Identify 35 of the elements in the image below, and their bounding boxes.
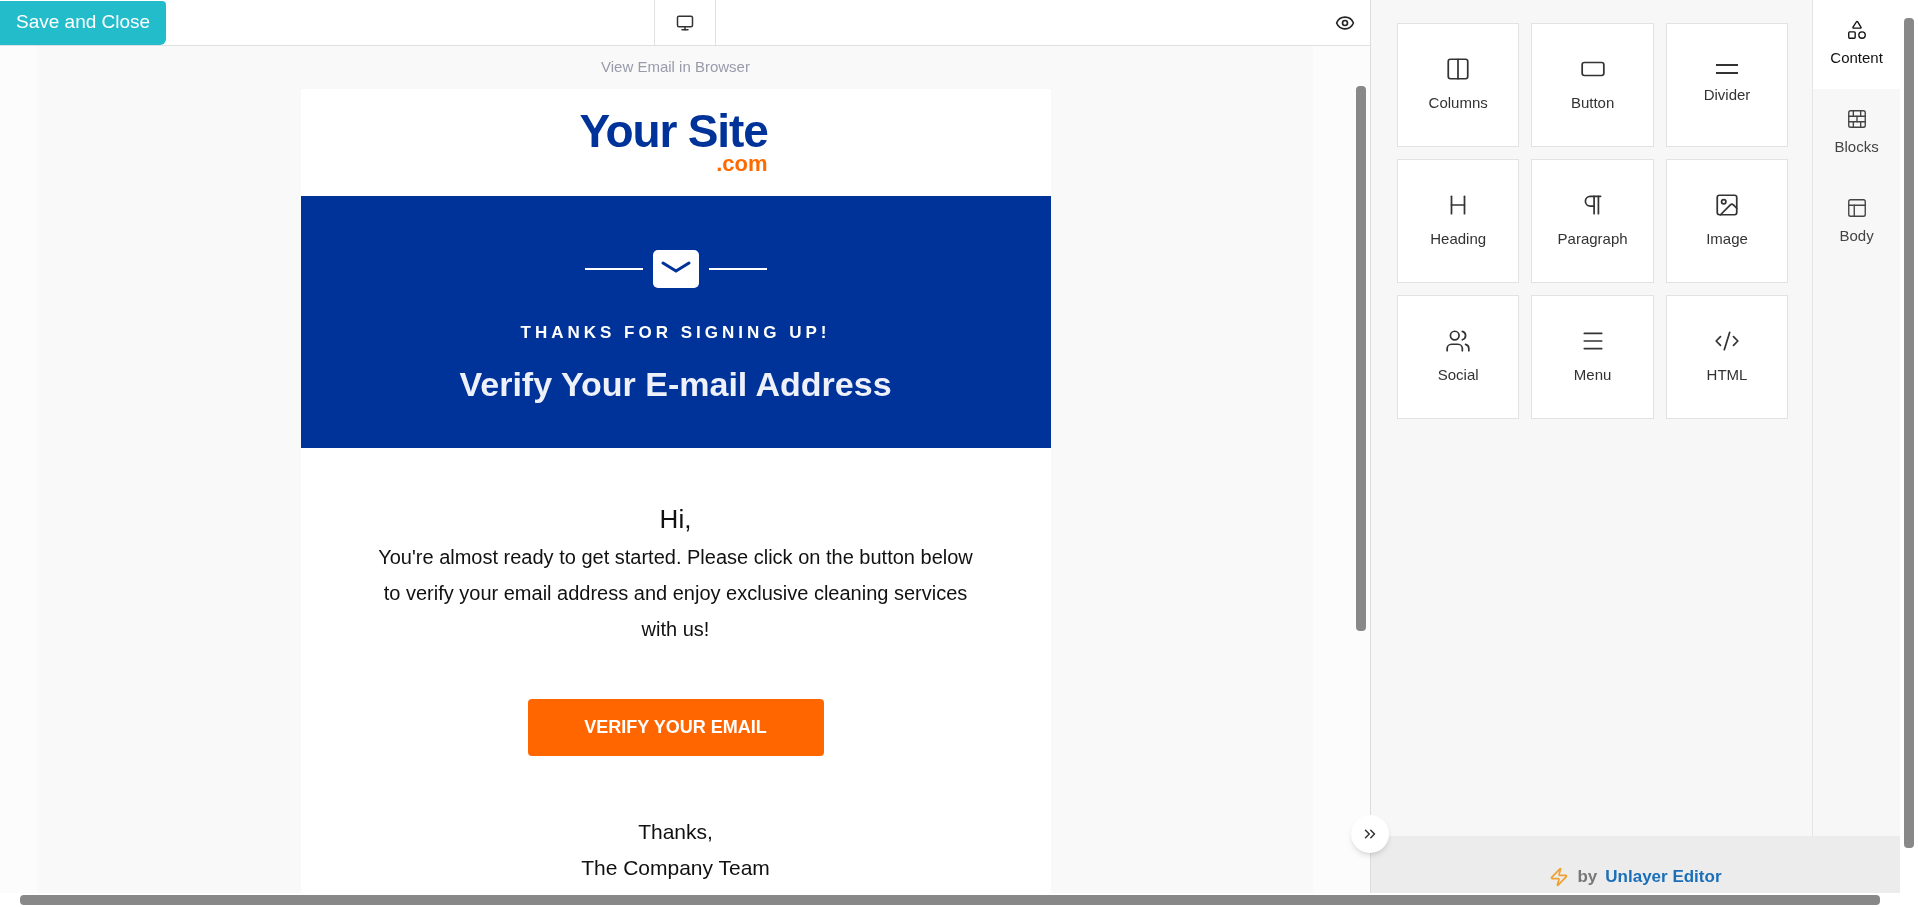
vertical-scrollbar[interactable] (1356, 86, 1366, 631)
greeting: Hi, (659, 502, 692, 536)
brick-wall-icon (1845, 108, 1868, 131)
shapes-icon (1845, 19, 1868, 42)
people-icon (1445, 327, 1472, 354)
equal-lines-icon (1716, 63, 1738, 74)
body-paragraph: You're almost ready to get started. Please click on the button below to verify your email address and enjoy exclusive cleaning services with us! (377, 544, 974, 642)
collapse-panel-button[interactable] (1351, 815, 1389, 853)
columns-icon (1445, 55, 1472, 82)
tool-tile[interactable]: Menu (1531, 295, 1654, 419)
tool-tile[interactable]: Paragraph (1531, 159, 1654, 283)
side-tab[interactable]: Blocks (1813, 89, 1900, 178)
lightning-icon (1549, 867, 1570, 887)
footer-bar: by Unlayer Editor (1371, 836, 1900, 893)
desktop-icon[interactable] (676, 14, 694, 32)
banner-title: Verify Your E-mail Address (459, 364, 892, 405)
side-tab[interactable]: Body (1813, 178, 1900, 267)
side-tab[interactable]: Content (1813, 0, 1900, 89)
envelope-icon (652, 249, 699, 288)
tool-tile[interactable]: Heading (1397, 159, 1520, 283)
signoff-line: The Company Team (581, 854, 770, 881)
tool-tile[interactable]: Button (1531, 23, 1654, 147)
tool-tile[interactable]: Divider (1665, 23, 1789, 147)
tool-tile[interactable]: Image (1665, 159, 1789, 283)
image-icon (1714, 191, 1740, 218)
horizontal-scrollbar[interactable] (20, 895, 1880, 905)
tool-tile[interactable]: Social (1397, 295, 1520, 419)
unlayer-editor-link[interactable]: Unlayer Editor (1605, 863, 1722, 889)
tool-tile[interactable]: Columns (1397, 23, 1520, 147)
signoff-line: Thanks, (638, 818, 713, 845)
page-scrollbar[interactable] (1904, 18, 1914, 848)
site-logo: Your Site .com (579, 104, 769, 178)
tool-tile[interactable]: HTML (1665, 295, 1789, 419)
layout-icon (1845, 197, 1868, 220)
banner-eyebrow: THANKS FOR SIGNING UP! (520, 321, 831, 344)
